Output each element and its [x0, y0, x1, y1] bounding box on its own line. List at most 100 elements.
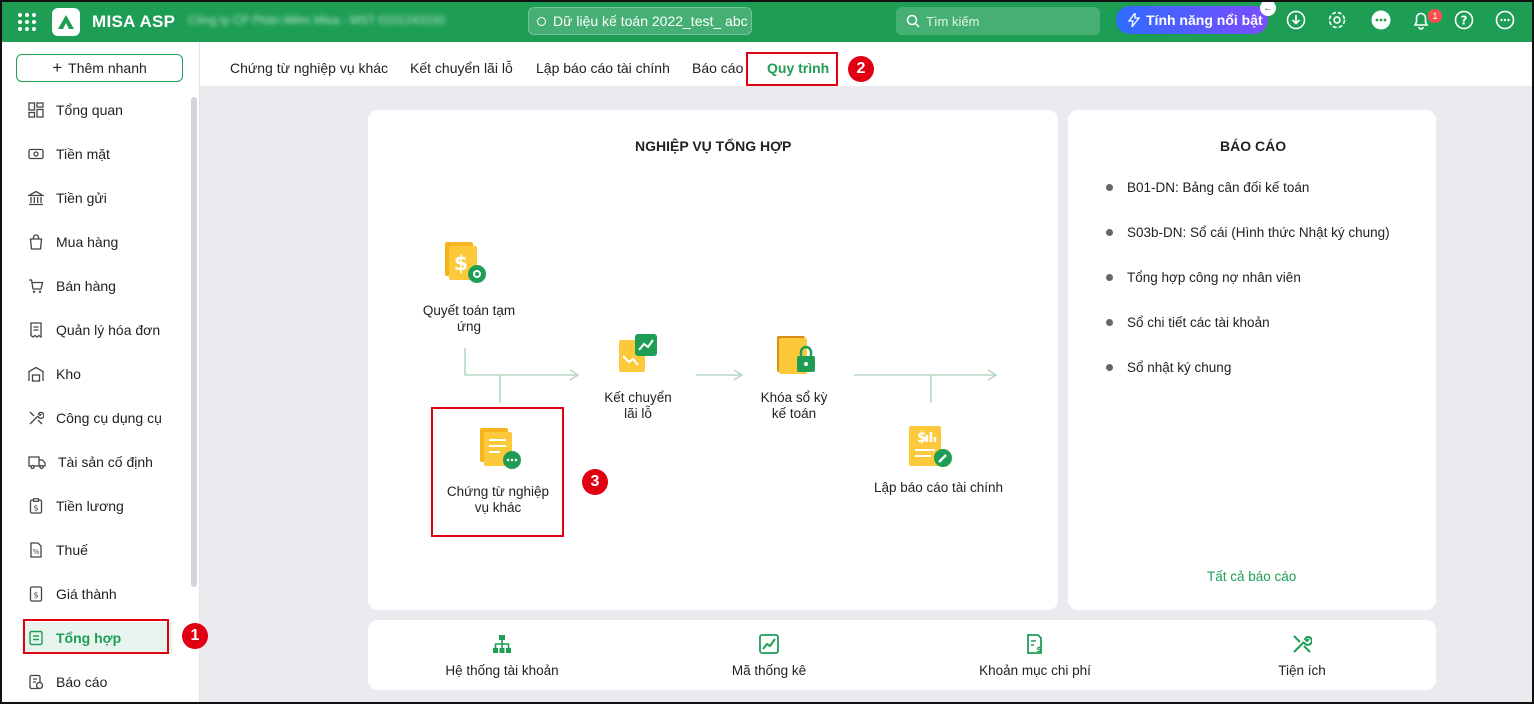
- sidebar-item-label: Tài sản cố định: [58, 454, 153, 470]
- search-placeholder: Tìm kiếm: [926, 13, 980, 29]
- sidebar: + Thêm nhanh Tổng quan Tiền mặt Tiền gửi…: [2, 42, 200, 702]
- add-quick-button[interactable]: + Thêm nhanh: [16, 54, 183, 82]
- cart-icon: [29, 279, 44, 293]
- tab-profit-transfer[interactable]: Kết chuyển lãi lỗ: [410, 60, 513, 76]
- settlement-icon[interactable]: $: [443, 240, 489, 286]
- sidebar-item-invoice[interactable]: Quản lý hóa đơn: [22, 314, 172, 346]
- callout-2: 2: [848, 56, 874, 82]
- reports-title: BÁO CÁO: [1220, 138, 1287, 154]
- tool-label: Tiện ích: [1278, 663, 1326, 678]
- sidebar-item-label: Công cụ dụng cụ: [56, 410, 162, 426]
- app-grid-icon[interactable]: [18, 13, 36, 31]
- report-item[interactable]: Sổ nhật ký chung: [1106, 360, 1231, 375]
- callout-3: 3: [582, 469, 608, 495]
- app-window: MISA ASP Công ty CP Phần Mềm Misa - MST …: [0, 0, 1534, 704]
- warehouse-icon: [28, 366, 44, 382]
- sidebar-item-label: Bán hàng: [56, 278, 116, 294]
- sidebar-item-label: Tiền lương: [56, 498, 124, 514]
- all-reports-link[interactable]: Tất cả báo cáo: [1207, 569, 1296, 584]
- tool-utilities[interactable]: Tiện ích: [1202, 634, 1402, 678]
- sidebar-item-tools[interactable]: Công cụ dụng cụ: [22, 402, 172, 434]
- bullet-icon: [1106, 364, 1113, 371]
- sidebar-item-sales[interactable]: Bán hàng: [22, 270, 172, 302]
- chat-icon[interactable]: [1370, 9, 1392, 31]
- tool-statistic-code[interactable]: Mã thống kê: [669, 634, 869, 678]
- tool-expense-item[interactable]: $ Khoản mục chi phí: [935, 634, 1135, 678]
- tool-label: Hệ thống tài khoản: [445, 663, 559, 678]
- salary-icon: $: [29, 498, 43, 514]
- svg-text:$: $: [917, 430, 927, 446]
- sidebar-item-overview[interactable]: Tổng quan: [22, 94, 172, 126]
- top-bar: MISA ASP Công ty CP Phần Mềm Misa - MST …: [2, 2, 1532, 42]
- featured-label: Tính năng nổi bật: [1146, 12, 1263, 28]
- sidebar-item-label: Kho: [56, 366, 81, 382]
- tax-icon: %: [30, 542, 42, 558]
- tab-financial-report[interactable]: Lập báo cáo tài chính: [536, 60, 670, 76]
- utility-icon: [1293, 635, 1313, 653]
- lightning-icon: [1128, 13, 1140, 27]
- highlight-box-workflow: [746, 52, 838, 86]
- sidebar-item-purchase[interactable]: Mua hàng: [22, 226, 172, 258]
- tool-account-system[interactable]: Hệ thống tài khoản: [402, 634, 602, 678]
- sidebar-item-cash[interactable]: Tiền mặt: [22, 138, 172, 170]
- highlight-box-summary: [23, 619, 169, 654]
- sidebar-item-cost[interactable]: $ Giá thành: [22, 578, 172, 610]
- bank-icon: [28, 190, 44, 206]
- svg-text:$: $: [1036, 645, 1042, 654]
- tool-label: Khoản mục chi phí: [979, 663, 1091, 678]
- dashboard-icon: [28, 102, 44, 118]
- sidebar-item-salary[interactable]: $ Tiền lương: [22, 490, 172, 522]
- sidebar-item-label: Tổng quan: [56, 102, 123, 118]
- step-profit-transfer-label[interactable]: Kết chuyển lãi lỗ: [598, 390, 678, 422]
- help-icon[interactable]: ?: [1453, 9, 1475, 31]
- profit-transfer-icon[interactable]: [615, 332, 661, 378]
- shopping-bag-icon: [29, 234, 43, 250]
- tools-icon: [29, 411, 44, 425]
- sidebar-item-deposit[interactable]: Tiền gửi: [22, 182, 172, 214]
- step-financial-report-label[interactable]: Lập báo cáo tài chính: [866, 480, 1011, 496]
- sidebar-item-tax[interactable]: % Thuế: [22, 534, 172, 566]
- sidebar-item-report[interactable]: Báo cáo: [22, 666, 172, 698]
- report-item[interactable]: Tổng hợp công nợ nhân viên: [1106, 270, 1301, 285]
- sidebar-item-label: Thuế: [56, 542, 88, 558]
- notification-badge: 1: [1428, 9, 1442, 23]
- sidebar-item-label: Tiền gửi: [56, 190, 107, 206]
- tab-other-vouchers[interactable]: Chứng từ nghiệp vụ khác: [230, 60, 388, 76]
- tab-reports[interactable]: Báo cáo: [692, 60, 743, 76]
- sidebar-item-fixed-assets[interactable]: Tài sản cố định: [22, 446, 172, 478]
- sidebar-item-label: Mua hàng: [56, 234, 119, 250]
- report-item[interactable]: Sổ chi tiết các tài khoản: [1106, 315, 1270, 330]
- database-selector[interactable]: Dữ liệu kế toán 2022_test_ abc: [528, 7, 752, 35]
- search-input[interactable]: Tìm kiếm: [896, 7, 1100, 35]
- add-quick-label: Thêm nhanh: [68, 60, 147, 76]
- bullet-icon: [1106, 274, 1113, 281]
- database-label: Dữ liệu kế toán 2022_test_ abc: [553, 13, 748, 29]
- step-lock-period-label[interactable]: Khóa sổ kỳ kế toán: [752, 390, 836, 422]
- app-name: MISA ASP: [92, 12, 176, 31]
- company-name[interactable]: Công ty CP Phần Mềm Misa - MST 010124315…: [188, 13, 514, 29]
- truck-icon: [28, 456, 46, 470]
- financial-report-icon[interactable]: $: [907, 424, 955, 472]
- featured-button[interactable]: Tính năng nổi bật: [1116, 6, 1268, 34]
- report-item-label: B01-DN: Bảng cân đối kế toán: [1127, 180, 1310, 195]
- featured-collapse-icon[interactable]: ←: [1260, 2, 1276, 16]
- svg-text:$: $: [454, 251, 468, 275]
- highlight-box-other-vouchers: [431, 407, 564, 537]
- svg-text:$: $: [33, 591, 38, 600]
- sidebar-item-label: Giá thành: [56, 586, 117, 602]
- lock-period-icon[interactable]: [773, 332, 819, 378]
- sidebar-item-label: Báo cáo: [56, 674, 108, 690]
- report-item[interactable]: S03b-DN: Sổ cái (Hình thức Nhật ký chung…: [1106, 225, 1390, 240]
- more-icon[interactable]: [1494, 9, 1516, 31]
- account-tree-icon: [493, 635, 511, 653]
- sidebar-scrollbar[interactable]: [191, 97, 197, 587]
- svg-text:?: ?: [1461, 14, 1468, 28]
- settings-icon[interactable]: [1326, 9, 1348, 31]
- sidebar-item-warehouse[interactable]: Kho: [22, 358, 172, 390]
- step-settlement-label[interactable]: Quyết toán tạm ứng: [422, 303, 516, 335]
- download-icon[interactable]: [1285, 9, 1307, 31]
- report-icon: [29, 674, 44, 690]
- report-item[interactable]: B01-DN: Bảng cân đối kế toán: [1106, 180, 1309, 195]
- report-item-label: Sổ nhật ký chung: [1127, 360, 1232, 375]
- cash-icon: [28, 148, 44, 160]
